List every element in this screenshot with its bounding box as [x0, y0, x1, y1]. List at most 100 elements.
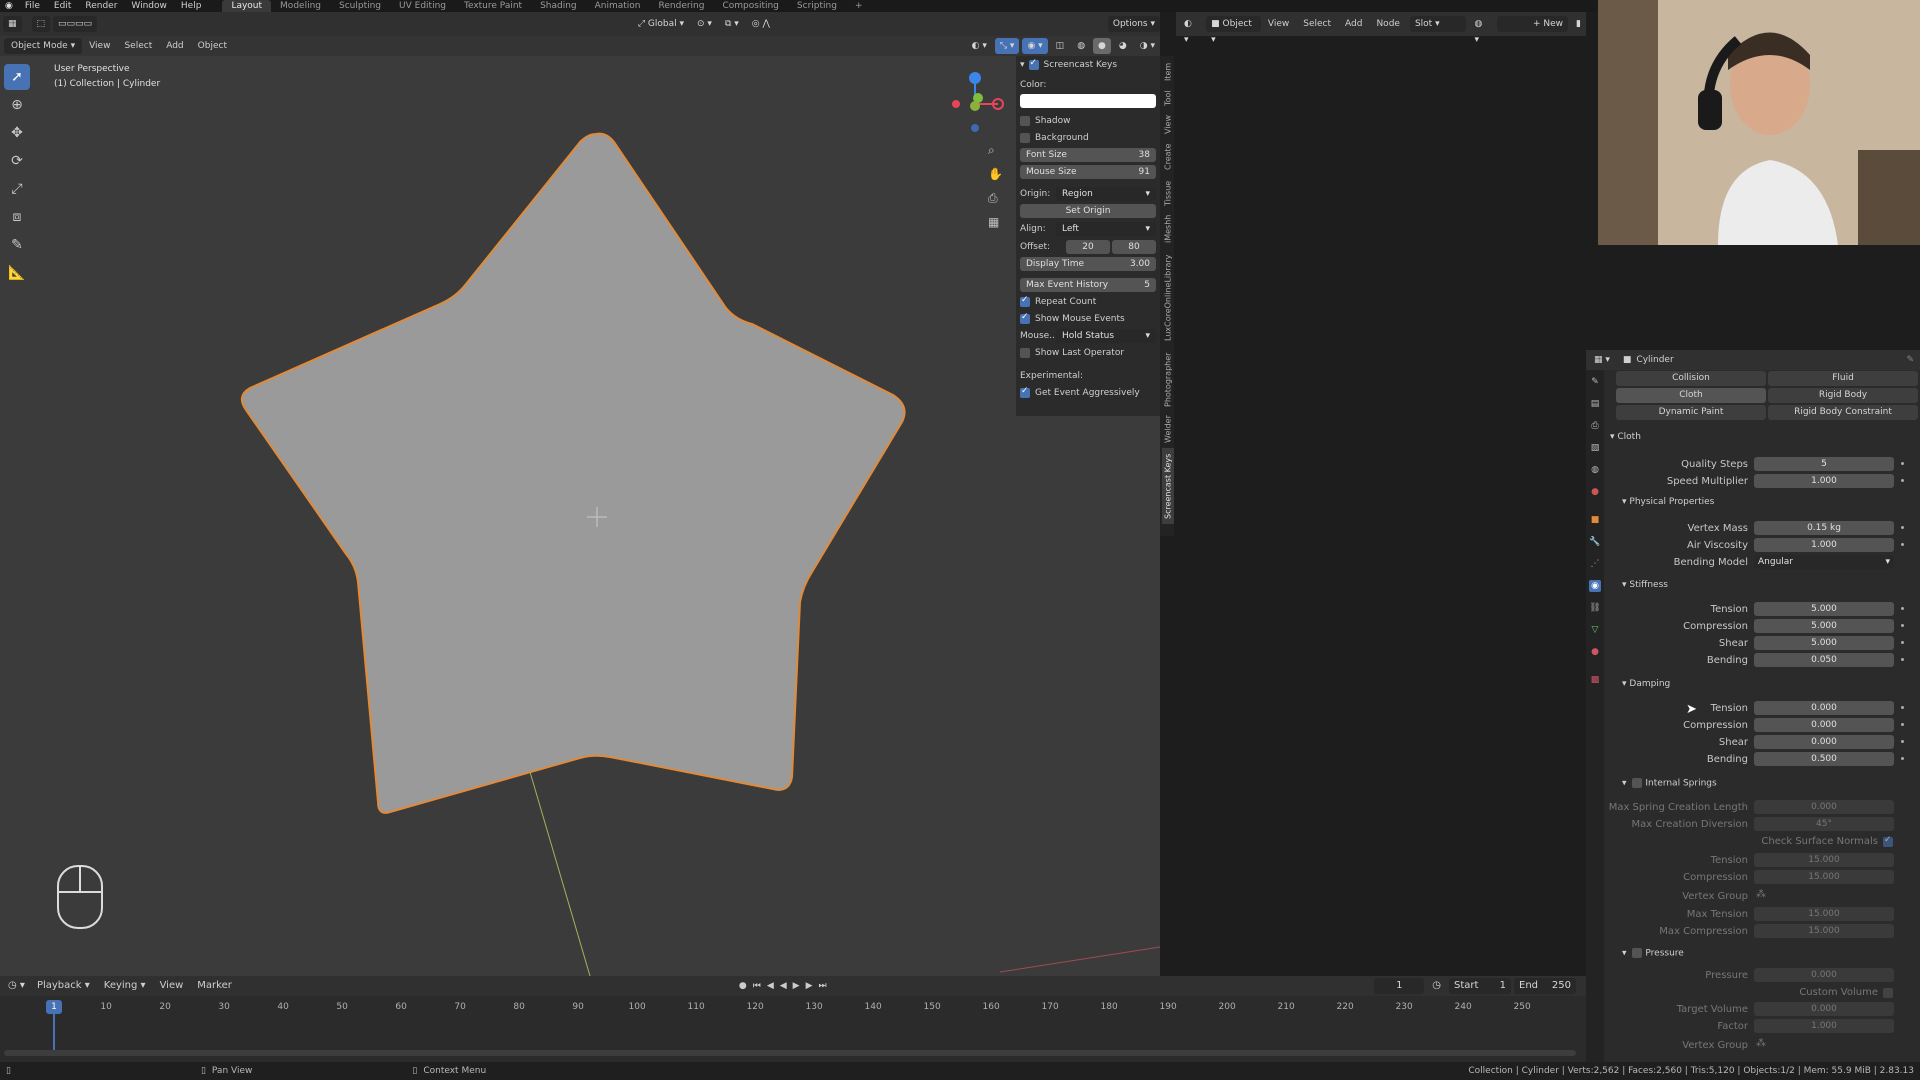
gizmo-toggle-icon[interactable]: ⤡ ▾ [994, 38, 1020, 54]
timeline-menu-marker[interactable]: Marker [190, 978, 239, 994]
node-menu-view[interactable]: View [1261, 16, 1296, 32]
transform-tool-icon[interactable]: ⧈ [4, 204, 30, 230]
menu-help[interactable]: Help [174, 1, 209, 11]
render-tab-icon[interactable]: ▤ [1589, 398, 1601, 410]
pin-icon[interactable]: ▮ [1571, 16, 1586, 32]
font-size-field[interactable]: Font Size 38 [1020, 148, 1156, 162]
xray-icon[interactable]: ◫ [1051, 38, 1070, 54]
bending-model-dropdown[interactable]: Angular ▾ [1754, 555, 1894, 569]
move-tool-icon[interactable]: ✥ [4, 120, 30, 146]
node-menu-node[interactable]: Node [1369, 16, 1407, 32]
grid-view-icon[interactable]: ▦ [988, 210, 1004, 234]
damping-bending-field[interactable]: 0.500 [1754, 752, 1894, 766]
overlay-toggle-icon[interactable]: ◉ ▾ [1022, 38, 1048, 54]
stiffness-section-header[interactable]: ▾ Stiffness [1622, 580, 1668, 590]
slot-dropdown[interactable]: Slot ▾ [1409, 16, 1467, 32]
select-mode-icons[interactable]: ▭▭▭▭ [53, 16, 98, 32]
menu-view[interactable]: View [82, 38, 117, 54]
keyframe-dot[interactable] [1901, 723, 1904, 726]
proportional-icon[interactable]: ◎ ⋀ [747, 16, 775, 32]
new-material-button[interactable]: + New [1496, 16, 1569, 32]
shadow-checkbox[interactable] [1020, 116, 1030, 126]
playback-controls-icon[interactable]: ●⏮◀◀▶▶⏭ [739, 981, 833, 991]
tab-imeshh[interactable]: iMeshh [1162, 212, 1174, 246]
enable-checkbox[interactable] [1028, 58, 1039, 70]
stiffness-bending-field[interactable]: 0.050 [1754, 653, 1894, 667]
tab-tool[interactable]: Tool [1162, 86, 1174, 110]
cloth-section-header[interactable]: ▾ Cloth [1610, 432, 1641, 442]
damping-shear-field[interactable]: 0.000 [1754, 735, 1894, 749]
pressure-vertex-group-icon[interactable]: ⁂ [1756, 1038, 1766, 1049]
collapse-icon[interactable]: ▾ [1020, 60, 1025, 70]
max-compression-field[interactable]: 15.000 [1754, 924, 1894, 938]
show-mouse-checkbox[interactable] [1020, 312, 1030, 324]
menu-file[interactable]: File [18, 1, 47, 11]
pan-hand-icon[interactable]: ✋ [988, 162, 1004, 186]
mouse-status-dropdown[interactable]: Hold Status ▾ [1056, 329, 1156, 343]
tab-uv-editing[interactable]: UV Editing [390, 0, 455, 12]
get-event-checkbox[interactable] [1020, 386, 1030, 398]
material-browse-icon[interactable]: ◍ ▾ [1469, 16, 1493, 45]
menu-window[interactable]: Window [124, 1, 174, 11]
color-swatch[interactable] [1020, 94, 1156, 108]
node-menu-add[interactable]: Add [1338, 16, 1369, 32]
timeline-menu-playback[interactable]: Playback ▾ [30, 978, 97, 994]
tab-luxcore-library[interactable]: LuxCoreOnlineLibrary [1162, 248, 1174, 348]
keyframe-dot[interactable] [1901, 543, 1904, 546]
menu-edit[interactable]: Edit [47, 1, 78, 11]
cursor-tool-icon[interactable]: ⊕ [4, 92, 30, 118]
keyframe-dot[interactable] [1901, 706, 1904, 709]
physics-dynamic-paint-button[interactable]: Dynamic Paint [1616, 405, 1766, 420]
keyframe-dot[interactable] [1901, 658, 1904, 661]
max-event-history-field[interactable]: Max Event History 5 [1020, 278, 1156, 292]
navigation-gizmo[interactable] [940, 62, 1010, 142]
target-volume-field[interactable]: 0.000 [1754, 1002, 1894, 1016]
tab-create[interactable]: Create [1162, 140, 1174, 174]
tab-view[interactable]: View [1162, 112, 1174, 138]
tab-shading[interactable]: Shading [531, 0, 586, 12]
origin-dropdown[interactable]: Region ▾ [1056, 187, 1156, 201]
tab-rendering[interactable]: Rendering [650, 0, 714, 12]
stiffness-compression-field[interactable]: 5.000 [1754, 619, 1894, 633]
tab-layout[interactable]: Layout [222, 0, 272, 12]
menu-add[interactable]: Add [159, 38, 190, 54]
menu-render[interactable]: Render [78, 1, 124, 11]
max-tension-field[interactable]: 15.000 [1754, 907, 1894, 921]
damping-section-header[interactable]: ▾ Damping [1622, 679, 1670, 689]
set-origin-button[interactable]: Set Origin [1020, 204, 1156, 218]
menu-object[interactable]: Object [191, 38, 234, 54]
world-tab-icon[interactable]: ● [1589, 486, 1601, 498]
end-frame-field[interactable]: End 250 [1514, 978, 1576, 994]
visibility-icon[interactable]: ◐ ▾ [967, 38, 992, 54]
timeline-scrollbar[interactable] [4, 1050, 1576, 1056]
background-checkbox[interactable] [1020, 133, 1030, 143]
timeline-menu-keying[interactable]: Keying ▾ [97, 978, 153, 994]
damping-compression-field[interactable]: 0.000 [1754, 718, 1894, 732]
node-menu-select[interactable]: Select [1296, 16, 1338, 32]
tab-compositing[interactable]: Compositing [713, 0, 787, 12]
keyframe-dot[interactable] [1901, 641, 1904, 644]
keyframe-dot[interactable] [1901, 607, 1904, 610]
quality-steps-field[interactable]: 5 [1754, 457, 1894, 471]
timeline-editor-type-icon[interactable]: ◷ ▾ [3, 978, 30, 994]
pressure-field[interactable]: 0.000 [1754, 968, 1894, 982]
physics-fluid-button[interactable]: Fluid [1768, 371, 1918, 386]
physics-rigid-body-button[interactable]: Rigid Body [1768, 388, 1918, 403]
physics-rigid-body-constraint-button[interactable]: Rigid Body Constraint [1768, 405, 1918, 420]
mouse-size-field[interactable]: Mouse Size 91 [1020, 165, 1156, 179]
tab-scripting[interactable]: Scripting [788, 0, 846, 12]
tab-tissue[interactable]: Tissue [1162, 176, 1174, 210]
transform-orientation[interactable]: ⤢ Global ▾ [633, 16, 689, 32]
measure-tool-icon[interactable]: 📐 [4, 260, 30, 286]
max-creation-diversion-field[interactable]: 45° [1754, 817, 1894, 831]
physics-tab-icon[interactable]: ◉ [1589, 580, 1601, 592]
blender-logo-icon[interactable]: ◉ [0, 1, 18, 11]
stiffness-tension-field[interactable]: 5.000 [1754, 602, 1894, 616]
repeat-count-checkbox[interactable] [1020, 295, 1030, 307]
tab-sculpting[interactable]: Sculpting [330, 0, 390, 12]
panel-header[interactable]: ▾ Screencast Keys [1020, 58, 1156, 72]
options-dropdown[interactable]: Options ▾ [1107, 16, 1160, 32]
display-time-field[interactable]: Display Time 3.00 [1020, 257, 1156, 271]
pivot-icon[interactable]: ⊙ ▾ [692, 16, 717, 32]
properties-editor-type-icon[interactable]: ▦ ▾ [1589, 352, 1615, 368]
